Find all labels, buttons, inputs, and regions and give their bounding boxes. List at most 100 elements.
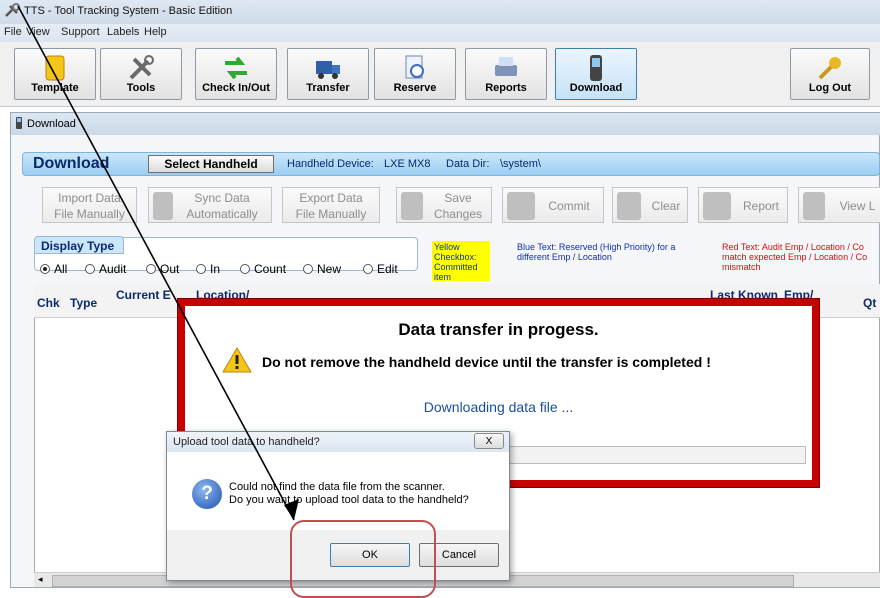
main-toolbar: Template Tools Check In/Out Transfer Res… — [0, 42, 880, 107]
radio-dot — [363, 264, 373, 274]
progress-status: Downloading data file ... — [423, 399, 574, 415]
download-label: Download — [569, 82, 623, 94]
clear-button[interactable]: Clear — [612, 187, 688, 223]
legend-blue: Blue Text: Reserved (High Priority) for … — [517, 242, 676, 262]
reserve-icon — [405, 55, 424, 79]
printer-icon — [495, 57, 517, 76]
radio-edit[interactable]: Edit — [363, 262, 398, 276]
reserve-button[interactable]: Reserve — [374, 48, 456, 100]
handheld-small-icon — [16, 117, 22, 129]
upload-dialog-title-bar: Upload tool data to handheld? — [167, 432, 509, 452]
radio-dot-selected — [40, 264, 50, 274]
template-icon — [45, 55, 65, 81]
logout-label: Log Out — [808, 82, 852, 94]
menu-labels[interactable]: Labels — [107, 26, 139, 38]
col-chk[interactable]: Chk — [37, 296, 60, 310]
report-label: Report — [742, 199, 780, 213]
commit-button[interactable]: Commit — [502, 187, 604, 223]
upload-message-line1: Could not find the data file from the sc… — [229, 481, 445, 493]
radio-count-label: Count — [254, 262, 287, 276]
view-log-button[interactable]: View L — [798, 187, 880, 223]
warning-icon — [222, 347, 252, 373]
handheld-icon — [590, 55, 602, 81]
tools-icon — [129, 55, 154, 80]
radio-count[interactable]: Count — [240, 262, 286, 276]
select-handheld-button[interactable]: Select Handheld — [148, 155, 274, 173]
tools-label: Tools — [126, 82, 156, 94]
template-button[interactable]: Template — [14, 48, 96, 100]
menu-view[interactable]: View — [26, 26, 50, 38]
datadir-label: Data Dir: — [446, 158, 490, 170]
radio-dot — [196, 264, 206, 274]
key-icon — [818, 57, 841, 80]
menu-support[interactable]: Support — [61, 26, 100, 38]
download-button[interactable]: Download — [555, 48, 637, 100]
radio-out-label: Out — [160, 262, 180, 276]
export-data-button[interactable]: Export Data File Manually — [282, 187, 380, 223]
clear-label: Clear — [651, 199, 681, 213]
reserve-label: Reserve — [393, 82, 437, 94]
child-title-bar: Download — [11, 113, 880, 135]
radio-all-label: All — [54, 262, 68, 276]
radio-dot — [146, 264, 156, 274]
download-heading: Download — [33, 155, 110, 172]
upload-message-line2: Do you want to upload tool data to the h… — [229, 494, 469, 506]
truck-icon — [316, 61, 340, 79]
question-icon: ? — [192, 479, 222, 509]
arrows-icon — [225, 56, 247, 80]
child-title: Download — [27, 118, 76, 130]
commit-label: Commit — [548, 199, 590, 213]
display-type-tab: Display Type — [34, 236, 124, 254]
radio-new-label: New — [317, 262, 342, 276]
progress-message: Do not remove the handheld device until … — [262, 354, 711, 370]
check-in-out-button[interactable]: Check In/Out — [195, 48, 277, 100]
close-button[interactable]: X — [474, 433, 504, 449]
menu-help[interactable]: Help — [144, 26, 167, 38]
save-changes-button[interactable]: Save Changes — [396, 187, 492, 223]
highlight-rectangle — [290, 520, 436, 598]
legend-yellow: Yellow Checkbox: Committed item — [432, 241, 490, 282]
export-line1: Export Data — [299, 191, 363, 205]
scroll-left-icon[interactable]: ◂ — [38, 574, 43, 585]
radio-dot — [85, 264, 95, 274]
save-line1: Save — [444, 191, 472, 205]
sync-data-button[interactable]: Sync Data Automatically — [148, 187, 272, 223]
app-icon — [5, 3, 20, 17]
radio-dot — [240, 264, 250, 274]
legend-red: Red Text: Audit Emp / Location / Co matc… — [722, 242, 868, 272]
upload-dialog-title: Upload tool data to handheld? — [173, 436, 320, 448]
col-qty[interactable]: Qt — [863, 296, 876, 310]
export-line2: File Manually — [295, 207, 367, 221]
col-current-emp[interactable]: Current E — [116, 288, 171, 302]
menu-bar: File View Support Labels Help — [0, 24, 880, 42]
menu-file[interactable]: File — [4, 26, 22, 38]
progress-title: Data transfer in progess. — [398, 320, 599, 339]
import-line2: File Manually — [54, 207, 125, 221]
transfer-button[interactable]: Transfer — [287, 48, 369, 100]
radio-dot — [303, 264, 313, 274]
sync-line2: Automatically — [186, 207, 258, 221]
reports-label: Reports — [485, 82, 527, 94]
radio-new[interactable]: New — [303, 262, 341, 276]
import-data-button[interactable]: Import Data File Manually — [42, 187, 137, 223]
datadir-value: \system\ — [500, 158, 541, 170]
radio-out[interactable]: Out — [146, 262, 179, 276]
reports-button[interactable]: Reports — [465, 48, 547, 100]
logout-button[interactable]: Log Out — [790, 48, 870, 100]
tools-button[interactable]: Tools — [100, 48, 182, 100]
view-label: View L — [839, 199, 876, 213]
report-button[interactable]: Report — [698, 187, 788, 223]
check-in-out-label: Check In/Out — [202, 82, 270, 94]
save-line2: Changes — [433, 207, 483, 221]
import-line1: Import Data — [58, 191, 121, 205]
device-label: Handheld Device: — [287, 158, 374, 170]
template-label: Template — [31, 82, 79, 94]
window-title: TTS - Tool Tracking System - Basic Editi… — [24, 5, 233, 17]
title-bar: TTS - Tool Tracking System - Basic Editi… — [0, 0, 880, 24]
radio-all[interactable]: All — [40, 262, 67, 276]
radio-in[interactable]: In — [196, 262, 220, 276]
radio-audit[interactable]: Audit — [85, 262, 126, 276]
radio-audit-label: Audit — [99, 262, 127, 276]
col-type[interactable]: Type — [70, 296, 97, 310]
transfer-label: Transfer — [306, 82, 350, 94]
